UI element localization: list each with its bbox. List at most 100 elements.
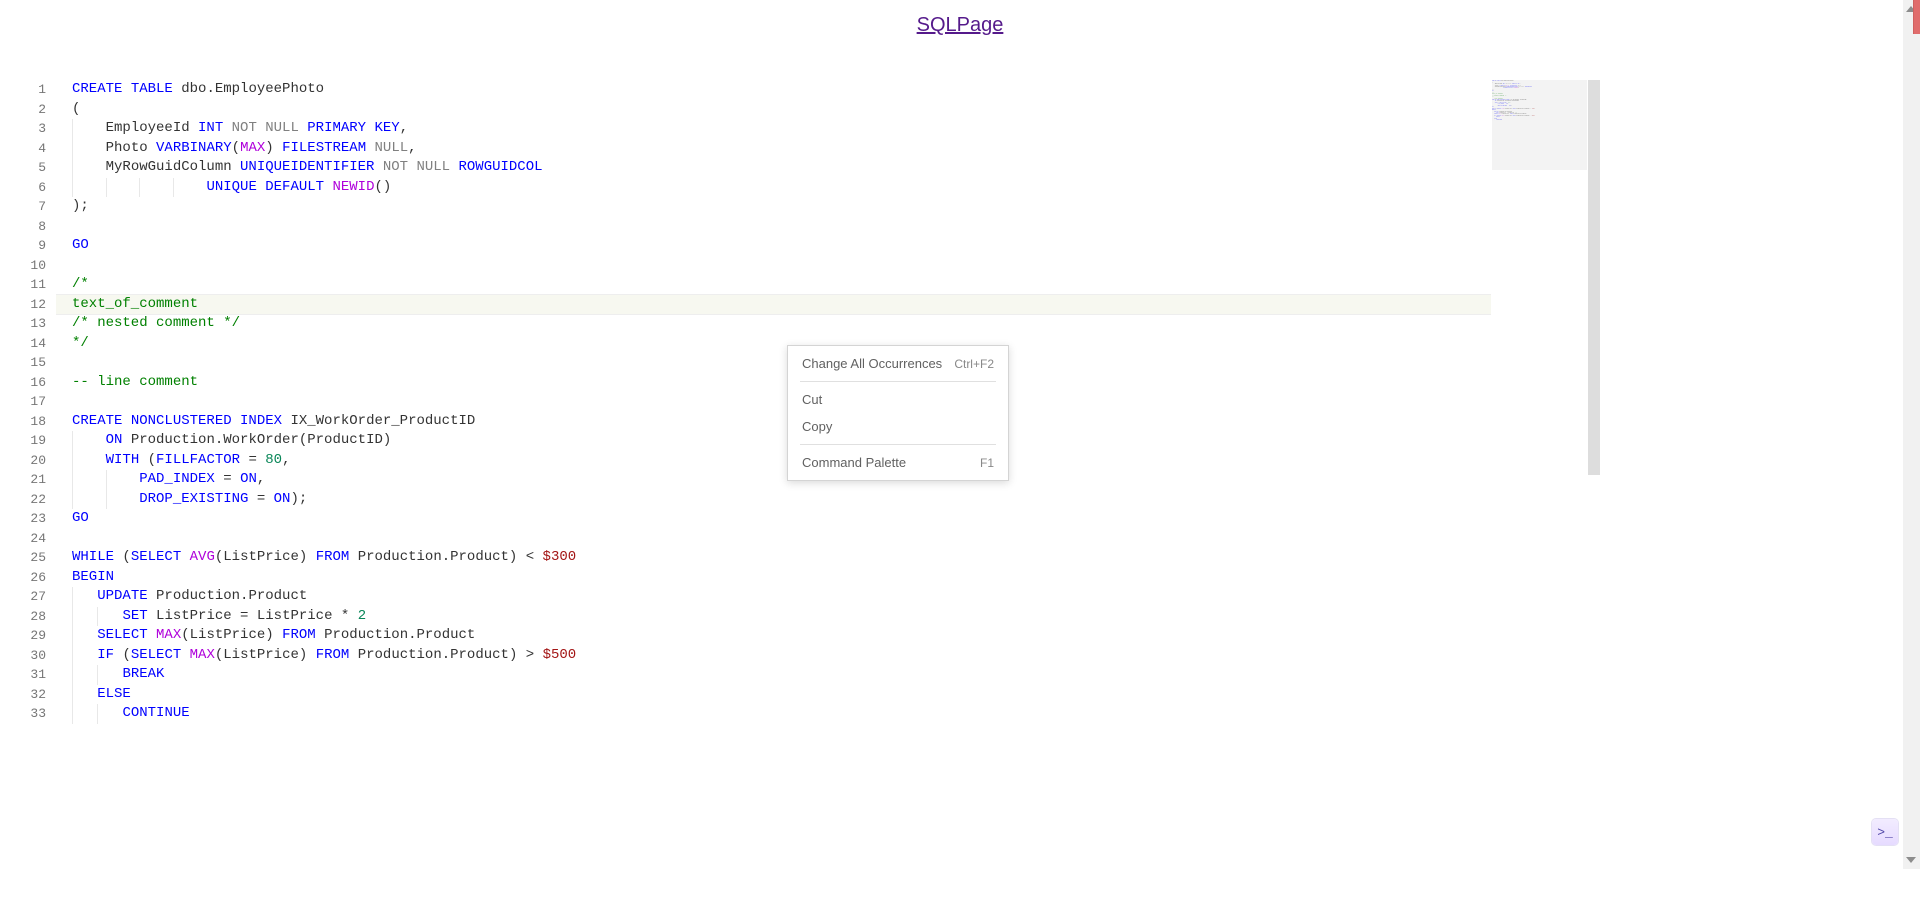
code-line[interactable]: /* nested comment */ <box>56 314 1587 334</box>
line-number: 10 <box>0 256 56 276</box>
code-token: CONTINUE <box>122 705 189 721</box>
code-token <box>72 178 106 198</box>
line-number: 22 <box>0 490 56 510</box>
line-number: 12 <box>0 295 56 315</box>
code-token: (ListPrice) <box>215 549 316 565</box>
code-token <box>97 665 122 685</box>
code-token: NOT NULL <box>232 120 308 136</box>
code-line[interactable]: SELECT MAX(ListPrice) FROM Production.Pr… <box>56 626 1587 646</box>
code-token <box>72 451 106 471</box>
code-line[interactable]: GO <box>56 509 1587 529</box>
line-number: 21 <box>0 470 56 490</box>
code-token <box>72 470 106 490</box>
code-token <box>97 607 122 627</box>
code-token: BREAK <box>122 666 164 682</box>
code-line[interactable]: ( <box>56 100 1587 120</box>
code-token: UNIQUE <box>206 179 265 195</box>
code-token: Production.Product) > <box>358 647 543 663</box>
code-token: FILLFACTOR <box>156 452 240 468</box>
code-line[interactable]: SET ListPrice = ListPrice * 2 <box>56 607 1587 627</box>
code-token: WITH <box>106 452 148 468</box>
code-token: (ListPrice) <box>215 647 316 663</box>
code-line[interactable]: IF (SELECT MAX(ListPrice) FROM Productio… <box>56 646 1587 666</box>
code-token: FROM <box>316 549 358 565</box>
page-vertical-scrollbar[interactable] <box>1903 0 1920 869</box>
context-menu-label: Change All Occurrences <box>802 356 942 371</box>
code-token: ( <box>72 101 80 117</box>
terminal-toggle-button[interactable]: >_ <box>1872 819 1898 845</box>
code-token: DROP_EXISTING <box>139 491 248 507</box>
code-token: NONCLUSTERED <box>131 413 240 429</box>
code-token <box>139 178 173 198</box>
code-token: FILESTREAM <box>282 140 374 156</box>
code-line[interactable] <box>56 256 1587 276</box>
code-token <box>72 704 97 724</box>
minimap[interactable]: CREATE TABLE dbo.EmployeePhoto( Employee… <box>1491 80 1587 901</box>
line-number: 9 <box>0 236 56 256</box>
code-line[interactable]: CREATE TABLE dbo.EmployeePhoto <box>56 80 1587 100</box>
code-line[interactable]: MyRowGuidColumn UNIQUEIDENTIFIER NOT NUL… <box>56 158 1587 178</box>
code-token: dbo.EmployeePhoto <box>181 81 324 97</box>
code-line[interactable]: DROP_EXISTING = ON); <box>56 490 1587 510</box>
line-number: 19 <box>0 431 56 451</box>
line-number: 16 <box>0 373 56 393</box>
code-line[interactable]: GO <box>56 236 1587 256</box>
code-token: MAX <box>240 140 265 156</box>
code-token <box>97 704 122 724</box>
code-line[interactable]: BREAK <box>56 665 1587 685</box>
code-token: MyRowGuidColumn <box>106 159 240 175</box>
code-token: MAX <box>190 647 215 663</box>
code-line[interactable]: Photo VARBINARY(MAX) FILESTREAM NULL, <box>56 139 1587 159</box>
line-number: 25 <box>0 548 56 568</box>
line-number-gutter: 1234567891011121314151617181920212223242… <box>0 48 56 869</box>
code-token: DEFAULT <box>265 179 332 195</box>
line-number: 17 <box>0 392 56 412</box>
code-line[interactable]: ); <box>56 197 1587 217</box>
code-token: FROM <box>316 647 358 663</box>
code-token: INDEX <box>240 413 290 429</box>
code-line[interactable] <box>56 529 1587 549</box>
code-line[interactable]: CONTINUE <box>56 704 1587 724</box>
minimap-viewport[interactable] <box>1492 80 1587 170</box>
code-line[interactable]: WHILE (SELECT AVG(ListPrice) FROM Produc… <box>56 548 1587 568</box>
context-menu-item[interactable]: Cut <box>788 386 1008 413</box>
context-menu-item[interactable]: Change All OccurrencesCtrl+F2 <box>788 350 1008 377</box>
line-number: 15 <box>0 353 56 373</box>
code-token <box>106 470 140 490</box>
editor-scrollbar-thumb[interactable] <box>1588 80 1600 475</box>
code-line[interactable]: UPDATE Production.Product <box>56 587 1587 607</box>
code-token: MAX <box>156 627 181 643</box>
code-line[interactable] <box>56 217 1587 237</box>
code-line[interactable]: text_of_comment <box>56 294 1587 316</box>
scroll-down-icon[interactable] <box>1906 857 1916 863</box>
page-header: SQLPage <box>0 0 1920 47</box>
context-menu-label: Command Palette <box>802 455 906 470</box>
code-line[interactable]: ELSE <box>56 685 1587 705</box>
line-number: 8 <box>0 217 56 237</box>
code-token: = <box>215 471 240 487</box>
context-menu-item[interactable]: Command PaletteF1 <box>788 449 1008 476</box>
code-token: GO <box>72 237 89 253</box>
code-token: SET <box>122 608 156 624</box>
line-number: 18 <box>0 412 56 432</box>
code-token: () <box>374 179 391 195</box>
code-token: INT <box>198 120 232 136</box>
context-menu-item[interactable]: Copy <box>788 413 1008 440</box>
code-token <box>72 587 97 607</box>
code-token <box>72 607 97 627</box>
code-token: SELECT <box>131 549 190 565</box>
code-token: (ListPrice) <box>181 627 282 643</box>
code-line[interactable]: EmployeeId INT NOT NULL PRIMARY KEY, <box>56 119 1587 139</box>
header-link[interactable]: SQLPage <box>917 14 1004 36</box>
code-line[interactable]: /* <box>56 275 1587 295</box>
code-token <box>106 490 140 510</box>
code-token: SELECT <box>131 647 190 663</box>
code-token: , <box>400 120 408 136</box>
code-line[interactable]: UNIQUE DEFAULT NEWID() <box>56 178 1587 198</box>
code-token: /* nested comment */ <box>72 315 240 331</box>
line-number: 24 <box>0 529 56 549</box>
code-token: 2 <box>358 608 366 624</box>
code-token: Production.WorkOrder(ProductID) <box>131 432 391 448</box>
code-line[interactable]: BEGIN <box>56 568 1587 588</box>
line-number: 33 <box>0 704 56 724</box>
